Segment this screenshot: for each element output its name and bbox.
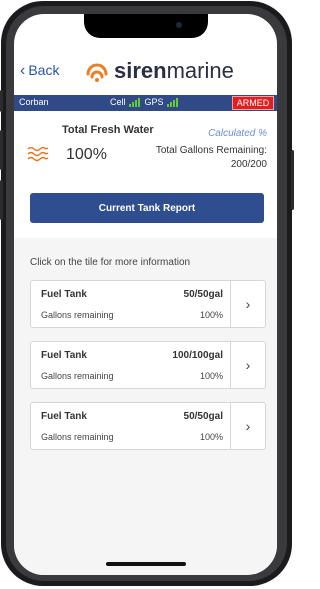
tank-capacity: 50/50gal	[183, 289, 223, 300]
chevron-right-icon[interactable]: ›	[230, 403, 265, 449]
report-section: Current Tank Report	[14, 186, 277, 239]
siren-logo-icon	[86, 63, 108, 82]
tank-sub-label: Gallons remaining	[41, 310, 114, 320]
back-button[interactable]: ‹ Back	[20, 62, 59, 80]
chevron-right-icon[interactable]: ›	[230, 281, 265, 327]
water-waves-icon	[27, 146, 49, 162]
fresh-water-summary: Total Fresh Water 100% Calculated % Tota…	[14, 111, 277, 187]
app-screen: ‹ Back siren marine Corban Cell GPS ARMED …	[14, 14, 277, 575]
gallons-remaining-value: 200/200	[230, 159, 267, 170]
gps-signal-icon	[166, 97, 179, 107]
siren-marine-logo: siren marine	[84, 56, 234, 86]
power-button	[291, 150, 294, 210]
chevron-right-icon[interactable]: ›	[230, 342, 265, 388]
tank-percent: 100%	[199, 371, 223, 381]
cell-label: Cell	[110, 97, 126, 107]
tank-sub-label: Gallons remaining	[41, 432, 114, 442]
tank-tile[interactable]: Fuel Tank 50/50gal Gallons remaining 100…	[30, 280, 266, 328]
tank-name: Fuel Tank	[41, 411, 87, 422]
gallons-remaining-label: Total Gallons Remaining:	[155, 145, 267, 156]
tank-tile[interactable]: Fuel Tank 100/100gal Gallons remaining 1…	[30, 341, 266, 389]
notch	[84, 14, 208, 38]
tank-tile[interactable]: Fuel Tank 50/50gal Gallons remaining 100…	[30, 402, 266, 450]
mute-switch	[0, 90, 3, 112]
vessel-name: Corban	[19, 97, 49, 107]
logo-text-marine: marine	[166, 58, 234, 83]
camera-icon	[176, 22, 182, 28]
signal-indicators: Cell GPS	[110, 97, 183, 107]
back-label: Back	[28, 62, 60, 78]
app-header: ‹ Back siren marine	[14, 50, 277, 86]
home-indicator[interactable]	[106, 562, 186, 566]
current-tank-report-button[interactable]: Current Tank Report	[30, 193, 264, 223]
tank-name: Fuel Tank	[41, 350, 87, 361]
tank-list-area: Click on the tile for more information F…	[14, 238, 277, 575]
tank-capacity: 50/50gal	[183, 411, 223, 422]
volume-down-button	[0, 180, 3, 220]
tank-name: Fuel Tank	[41, 289, 87, 300]
tank-percent: 100%	[199, 432, 223, 442]
fresh-water-percent: 100%	[66, 146, 107, 163]
tile-hint-text: Click on the tile for more information	[30, 257, 191, 268]
logo-text-siren: siren	[114, 58, 167, 83]
armed-badge[interactable]: ARMED	[232, 96, 274, 110]
tank-capacity: 100/100gal	[172, 350, 223, 361]
chevron-left-icon: ‹	[20, 62, 26, 79]
fresh-water-title: Total Fresh Water	[62, 124, 154, 136]
tank-sub-label: Gallons remaining	[41, 371, 114, 381]
gps-label: GPS	[144, 97, 164, 107]
tank-percent: 100%	[199, 310, 223, 320]
vessel-status-bar: Corban Cell GPS ARMED	[14, 95, 277, 111]
volume-up-button	[0, 130, 3, 170]
calculated-percent-label: Calculated %	[208, 128, 267, 139]
cell-signal-icon	[128, 97, 141, 107]
